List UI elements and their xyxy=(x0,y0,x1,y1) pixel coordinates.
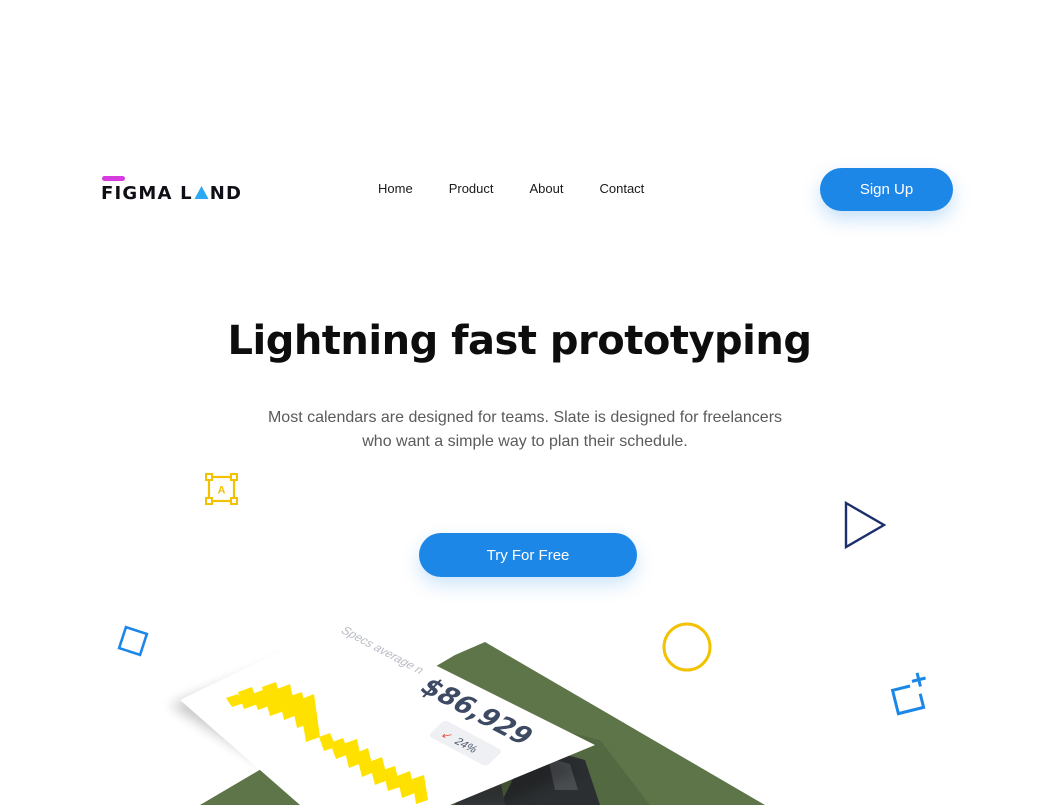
play-triangle-icon xyxy=(844,500,887,550)
nav-product[interactable]: Product xyxy=(449,181,494,196)
text-frame-icon: A xyxy=(205,473,238,505)
hero-title: Lightning fast prototyping xyxy=(227,318,813,364)
mockup-illustration: Specs average n $86,929 ↙ 24% xyxy=(170,620,765,805)
nav-about[interactable]: About xyxy=(530,181,564,196)
svg-text:A: A xyxy=(218,485,226,497)
sign-up-button[interactable]: Sign Up xyxy=(820,168,953,211)
dashboard-mockup: Specs average n $86,929 ↙ 24% xyxy=(0,590,1039,805)
main-nav: Home Product About Contact xyxy=(378,181,644,196)
logo-wordmark: FIGMA L ND xyxy=(101,183,242,204)
logo-text-part1: FIGMA L xyxy=(101,183,193,204)
nav-home[interactable]: Home xyxy=(378,181,413,196)
try-for-free-button[interactable]: Try For Free xyxy=(419,533,637,577)
logo-text-part2: ND xyxy=(209,183,243,204)
logo-accent-bar xyxy=(102,176,125,181)
hero-subtitle: Most calendars are designed for teams. S… xyxy=(267,409,783,450)
logo-triangle-icon xyxy=(194,186,209,199)
nav-contact[interactable]: Contact xyxy=(599,181,644,196)
